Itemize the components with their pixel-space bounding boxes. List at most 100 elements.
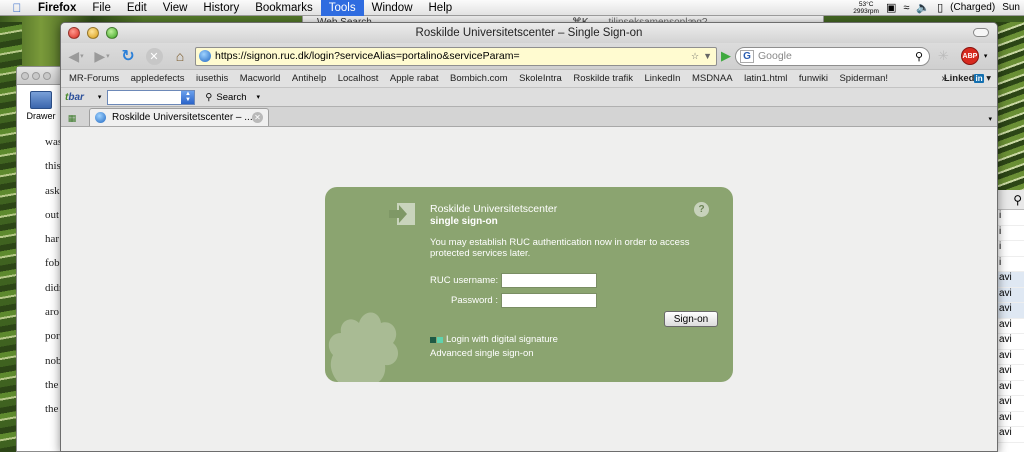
minimize-window-icon[interactable]: [87, 27, 99, 39]
apple-menu-icon[interactable]: : [0, 1, 34, 15]
list-item[interactable]: i: [997, 210, 1024, 226]
tab-roskilde[interactable]: Roskilde Universitetscenter – ... ✕: [89, 108, 269, 126]
list-item[interactable]: avi: [997, 396, 1024, 412]
list-item[interactable]: avi: [997, 272, 1024, 288]
list-item[interactable]: i: [997, 241, 1024, 257]
bookmark-item[interactable]: MSDNAA: [692, 73, 733, 84]
sso-panel: ? Roskilde Universitetscenter single sig…: [325, 187, 733, 382]
window-titlebar[interactable]: Roskilde Universitetscenter – Single Sig…: [61, 23, 997, 43]
menu-tools[interactable]: Tools: [320, 0, 364, 16]
bookmark-item[interactable]: latin1.html: [744, 73, 787, 84]
minimize-icon[interactable]: [32, 71, 40, 80]
volume-icon[interactable]: 🔈: [916, 1, 930, 14]
menu-history[interactable]: History: [195, 0, 247, 16]
window-title: Roskilde Universitetscenter – Single Sig…: [415, 27, 643, 39]
close-tab-icon[interactable]: ✕: [252, 112, 263, 123]
bookmark-item[interactable]: funwiki: [799, 73, 828, 84]
bookmark-item[interactable]: Spiderman!: [839, 73, 888, 84]
google-engine-icon[interactable]: G: [740, 49, 754, 63]
bookmark-item[interactable]: Bombich.com: [450, 73, 508, 84]
toolbar-toggle-button[interactable]: [973, 28, 989, 37]
zoom-window-icon[interactable]: [106, 27, 118, 39]
linkedin-button[interactable]: Linkedin ▾: [944, 73, 991, 84]
home-button[interactable]: ⌂: [169, 46, 191, 66]
fan-rpm-value: 2993rpm: [853, 7, 879, 15]
menu-help[interactable]: Help: [421, 0, 461, 16]
search-bar[interactable]: G Google ⚲: [735, 46, 930, 66]
search-icon[interactable]: ⚲: [915, 50, 929, 63]
list-item[interactable]: avi: [997, 427, 1024, 443]
stop-button[interactable]: ✕: [143, 46, 165, 66]
tbar-search-button[interactable]: ⚲ Search ▾: [205, 92, 260, 103]
bookmark-item[interactable]: Apple rabat: [390, 73, 439, 84]
battery-icon[interactable]: ▯: [937, 1, 943, 14]
search-input[interactable]: Google: [758, 50, 915, 62]
sign-on-button[interactable]: Sign-on: [664, 311, 718, 327]
list-item[interactable]: avi: [997, 287, 1024, 303]
temperature-value: 53°C: [858, 0, 874, 8]
url-dropdown-icon[interactable]: ▼: [703, 51, 712, 62]
adblock-plus-icon[interactable]: ABP: [960, 47, 979, 65]
bookmark-star-icon[interactable]: ☆: [691, 51, 699, 62]
password-input[interactable]: [501, 293, 597, 308]
adblock-dropdown-icon[interactable]: ▾: [984, 52, 988, 60]
list-item[interactable]: avi: [997, 319, 1024, 334]
bookmark-item[interactable]: Roskilde trafik: [573, 73, 633, 84]
new-tab-icon[interactable]: ▦: [63, 111, 81, 126]
list-item[interactable]: avi: [997, 303, 1024, 319]
list-item[interactable]: i: [997, 226, 1024, 241]
tbar-logo[interactable]: tbar: [65, 92, 84, 103]
menu-bookmarks[interactable]: Bookmarks: [247, 0, 321, 16]
username-input[interactable]: [501, 273, 598, 288]
tbar-dropdown-icon[interactable]: ▾: [98, 93, 102, 101]
menubar-clock[interactable]: Sun: [1002, 2, 1020, 13]
menu-firefox[interactable]: Firefox: [34, 0, 84, 16]
url-text[interactable]: https://signon.ruc.dk/login?serviceAlias…: [215, 50, 691, 62]
back-button[interactable]: ◀ ▾: [65, 46, 87, 66]
go-button[interactable]: ▶: [721, 48, 731, 64]
bookmark-item[interactable]: MR-Forums: [69, 73, 119, 84]
drawer-button[interactable]: Drawer: [21, 91, 61, 121]
bookmark-item[interactable]: iusethis: [196, 73, 228, 84]
bookmark-item[interactable]: Localhost: [338, 73, 379, 84]
temperature-monitor[interactable]: 53°C 2993rpm: [853, 1, 879, 15]
list-item[interactable]: avi: [997, 350, 1024, 365]
reload-button[interactable]: ↻: [117, 46, 139, 66]
menubar:  Firefox File Edit View History Bookmar…: [0, 0, 1024, 16]
display-icon[interactable]: ▣: [886, 1, 896, 14]
search-icon[interactable]: ⚲: [997, 190, 1024, 210]
menu-window[interactable]: Window: [364, 0, 421, 16]
bookmark-item[interactable]: Antihelp: [292, 73, 326, 84]
menu-edit[interactable]: Edit: [119, 0, 155, 16]
list-item[interactable]: i: [997, 257, 1024, 272]
bookmark-item[interactable]: SkoleIntra: [519, 73, 562, 84]
tbar-input[interactable]: ▲ ▼: [107, 89, 196, 105]
tab-favicon-icon: [95, 112, 106, 123]
list-item[interactable]: avi: [997, 365, 1024, 381]
background-window-right[interactable]: ⚲ i i i i avi avi avi avi avi avi avi av…: [996, 190, 1024, 452]
list-item[interactable]: avi: [997, 334, 1024, 350]
dropdown-icon: ▾: [256, 94, 261, 101]
bookmark-item[interactable]: LinkedIn: [645, 73, 681, 84]
close-icon[interactable]: [21, 71, 29, 80]
help-icon[interactable]: ?: [694, 202, 709, 217]
list-item[interactable]: avi: [997, 412, 1024, 427]
list-item[interactable]: avi: [997, 381, 1024, 396]
forward-button[interactable]: ▶ ▾: [91, 46, 113, 66]
zoom-icon[interactable]: [43, 71, 51, 80]
bookmark-item[interactable]: appledefects: [131, 73, 185, 84]
battery-status[interactable]: (Charged): [950, 2, 995, 13]
digital-signature-link[interactable]: Login with digital signature: [430, 334, 558, 345]
tab-list-dropdown-icon[interactable]: ▾: [988, 115, 992, 123]
wifi-icon[interactable]: ≈: [903, 2, 909, 14]
bookmark-item[interactable]: Macworld: [240, 73, 281, 84]
username-label: RUC username:: [430, 275, 499, 286]
close-window-icon[interactable]: [68, 27, 80, 39]
menu-view[interactable]: View: [155, 0, 196, 16]
advanced-sso-link[interactable]: Advanced single sign-on: [430, 348, 534, 359]
url-bar[interactable]: https://signon.ruc.dk/login?serviceAlias…: [195, 46, 717, 66]
reload-icon: ↻: [121, 48, 135, 65]
tbar-spinner-icon[interactable]: ▲ ▼: [181, 90, 195, 104]
menu-file[interactable]: File: [84, 0, 119, 16]
dropdown-icon: ▾: [106, 53, 110, 60]
